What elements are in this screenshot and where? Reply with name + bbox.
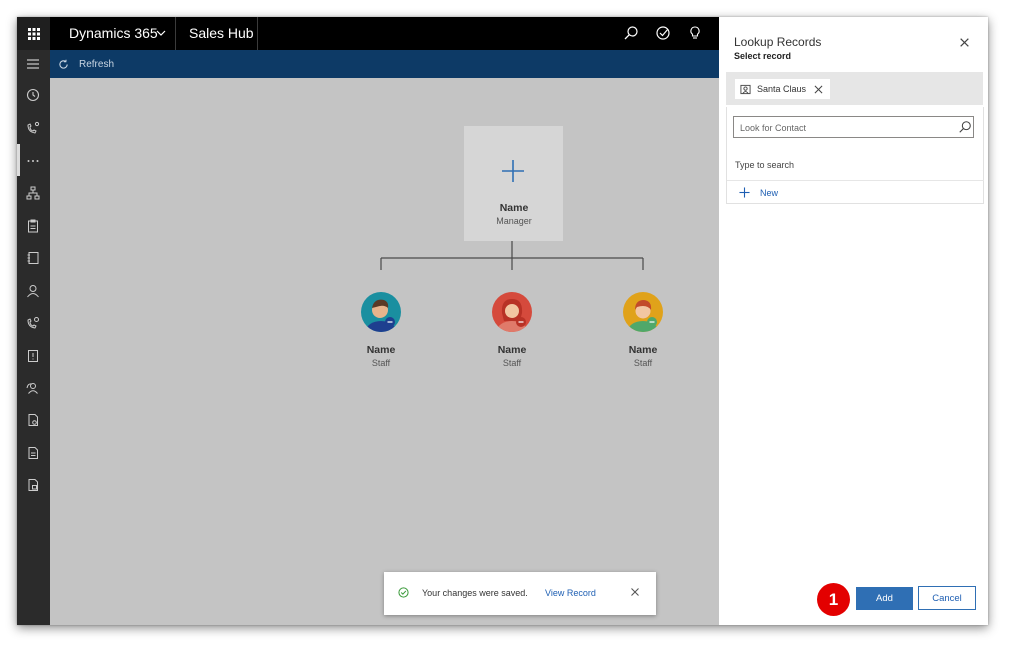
waffle-icon bbox=[27, 27, 40, 40]
top-bar: Dynamics 365 Sales Hub bbox=[17, 17, 719, 50]
nav-active-indicator bbox=[17, 144, 20, 176]
lookup-search-input[interactable] bbox=[740, 121, 940, 134]
staff-name-3: Name bbox=[628, 344, 658, 356]
new-record-button[interactable]: New bbox=[727, 180, 984, 204]
staff-name-1: Name bbox=[366, 344, 396, 356]
cancel-button[interactable]: Cancel bbox=[918, 586, 976, 610]
add-icon[interactable] bbox=[501, 159, 525, 183]
close-icon[interactable] bbox=[959, 37, 970, 48]
divider bbox=[257, 17, 258, 50]
alert-doc-icon[interactable] bbox=[25, 348, 41, 364]
search-icon[interactable] bbox=[958, 120, 972, 134]
refresh-icon bbox=[59, 59, 68, 69]
contact-phone-icon[interactable] bbox=[25, 315, 41, 331]
manager-name: Name bbox=[499, 202, 529, 214]
add-button[interactable]: Add bbox=[856, 587, 913, 610]
selected-records: Santa Claus bbox=[726, 72, 983, 105]
edit-doc-icon[interactable] bbox=[25, 477, 41, 493]
staff-role-1: Staff bbox=[371, 358, 391, 368]
step-badge: 1 bbox=[817, 583, 850, 616]
hamburger-button[interactable] bbox=[17, 50, 50, 78]
staff-role-3: Staff bbox=[633, 358, 653, 368]
close-icon[interactable] bbox=[630, 587, 640, 597]
staff-role-2: Staff bbox=[502, 358, 522, 368]
left-nav bbox=[17, 50, 50, 625]
clipboard-icon[interactable] bbox=[25, 218, 41, 234]
task-icon[interactable] bbox=[655, 25, 671, 41]
lightbulb-icon[interactable] bbox=[687, 25, 703, 41]
person-icon[interactable] bbox=[25, 283, 41, 299]
more-icon[interactable] bbox=[25, 152, 41, 168]
manager-role: Manager bbox=[496, 216, 532, 226]
new-record-label: New bbox=[760, 187, 779, 198]
success-check-icon bbox=[398, 587, 409, 598]
view-record-link[interactable]: View Record bbox=[545, 588, 596, 598]
panel-subtitle: Select record bbox=[734, 51, 792, 61]
contact-card-icon bbox=[740, 84, 751, 94]
waffle-button[interactable] bbox=[17, 17, 50, 50]
hub-name[interactable]: Sales Hub bbox=[189, 17, 254, 50]
save-toast: Your changes were saved. View Record bbox=[384, 572, 656, 615]
lookup-search-box[interactable] bbox=[733, 116, 974, 138]
notebook-icon[interactable] bbox=[25, 250, 41, 266]
remove-icon[interactable] bbox=[814, 85, 823, 94]
manager-card[interactable]: Name Manager bbox=[464, 126, 563, 241]
staff-avatar-3[interactable] bbox=[622, 291, 664, 333]
command-bar: Refresh bbox=[50, 50, 719, 78]
toast-message: Your changes were saved. bbox=[422, 588, 528, 598]
staff-avatar-1[interactable] bbox=[360, 291, 402, 333]
org-chart-canvas: Name Manager Name Staff Name Staff Name … bbox=[50, 78, 719, 625]
app-name[interactable]: Dynamics 365 bbox=[69, 17, 158, 50]
selected-record-chip[interactable]: Santa Claus bbox=[735, 79, 830, 99]
recent-icon[interactable] bbox=[25, 87, 41, 103]
people-icon[interactable] bbox=[25, 380, 41, 396]
settings-doc-icon[interactable] bbox=[25, 412, 41, 428]
chevron-down-icon[interactable] bbox=[156, 29, 166, 37]
hamburger-icon bbox=[27, 59, 39, 69]
phone-person-icon[interactable] bbox=[25, 120, 41, 136]
plus-icon bbox=[739, 187, 750, 198]
org-chart-icon[interactable] bbox=[25, 185, 41, 201]
staff-name-2: Name bbox=[497, 344, 527, 356]
staff-avatar-2[interactable] bbox=[491, 291, 533, 333]
search-icon[interactable] bbox=[623, 25, 639, 41]
refresh-button[interactable]: Refresh bbox=[58, 50, 114, 78]
document-icon[interactable] bbox=[25, 445, 41, 461]
divider bbox=[175, 17, 176, 50]
selected-record-label: Santa Claus bbox=[757, 84, 807, 94]
lookup-records-panel: Lookup Records Select record Santa Claus… bbox=[719, 17, 988, 625]
panel-title: Lookup Records bbox=[734, 35, 822, 49]
app-window: Dynamics 365 Sales Hub Refresh Name Mana… bbox=[17, 17, 988, 625]
type-to-search-hint: Type to search bbox=[735, 160, 795, 170]
refresh-label: Refresh bbox=[79, 58, 115, 70]
